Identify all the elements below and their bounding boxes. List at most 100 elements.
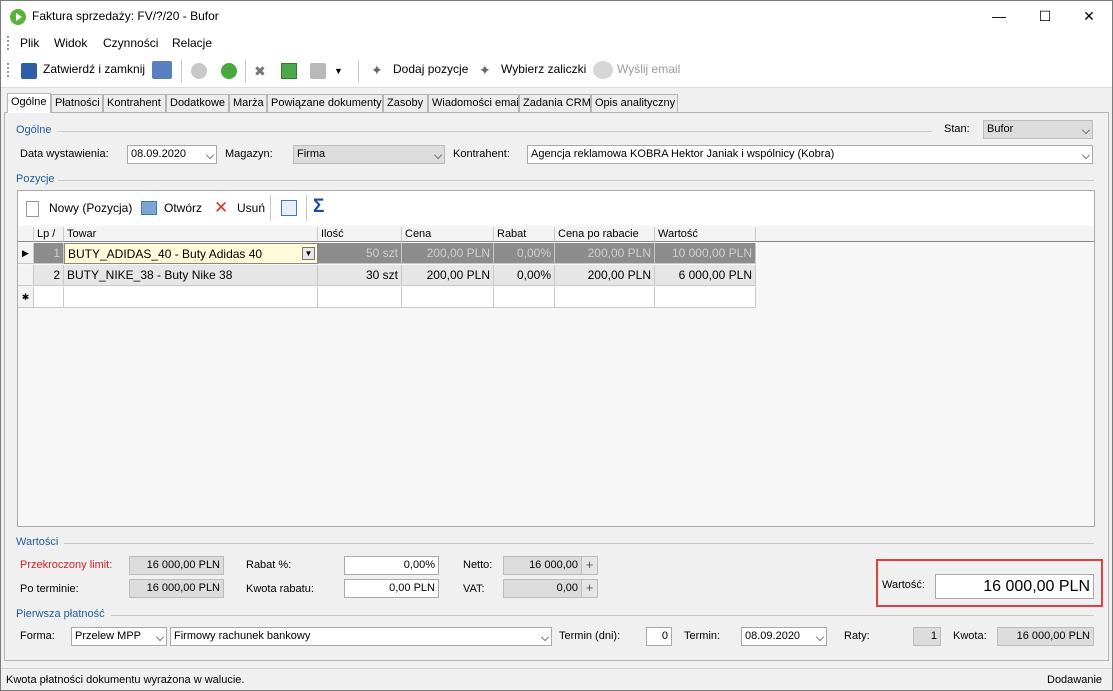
window-title: Faktura sprzedaży: FV/?/20 - Bufor xyxy=(32,9,219,23)
table-cell: 200,00 PLN xyxy=(402,243,494,264)
issue-date-field[interactable]: 08.09.2020 xyxy=(127,145,217,164)
forward-icon[interactable] xyxy=(221,63,237,79)
column-header-cena[interactable]: Cena xyxy=(402,227,494,242)
app-icon xyxy=(10,9,26,25)
tab-zasoby[interactable]: Zasoby xyxy=(383,94,428,112)
column-header-towar[interactable]: Towar xyxy=(64,227,318,242)
menu-bar: Plik Widok Czynności Relacje xyxy=(1,32,1112,54)
term-days-input[interactable]: 0 xyxy=(646,627,672,646)
new-position-button[interactable]: Nowy (Pozycja) xyxy=(49,201,132,215)
column-header-lp[interactable]: Lp / xyxy=(34,227,64,242)
row-selector[interactable] xyxy=(18,265,34,286)
open-button[interactable]: Otwórz xyxy=(164,201,202,215)
new-document-icon xyxy=(26,201,39,217)
discount-amount-input[interactable]: 0,00 PLN xyxy=(344,579,439,598)
contractor-label: Kontrahent: xyxy=(453,148,510,160)
print-icon[interactable] xyxy=(310,63,326,79)
expand-vat-icon[interactable]: + xyxy=(581,580,597,597)
menu-grip xyxy=(7,36,10,50)
stan-select[interactable]: Bufor xyxy=(983,120,1093,139)
discount-amount-label: Kwota rabatu: xyxy=(246,583,314,595)
table-cell[interactable]: BUTY_NIKE_38 - Buty Nike 38 xyxy=(64,265,318,286)
group-divider xyxy=(57,131,932,132)
table-cell: 6 000,00 PLN xyxy=(655,265,756,286)
edit-icon[interactable] xyxy=(281,200,297,216)
term-label: Termin: xyxy=(684,630,721,642)
main-toolbar: Zatwierdź i zamknij ✖ ▼ ✦ Dodaj pozycje … xyxy=(1,54,1112,88)
maximize-button[interactable]: ☐ xyxy=(1022,1,1068,32)
save-dropdown-icon[interactable] xyxy=(152,61,172,79)
term-days-label: Termin (dni): xyxy=(559,630,621,642)
column-header-cena-po-rabacie[interactable]: Cena po rabacie xyxy=(555,227,655,242)
column-header-wartosc[interactable]: Wartość xyxy=(655,227,756,242)
sum-icon[interactable]: Σ xyxy=(313,197,329,217)
toolbar-separator xyxy=(181,60,182,82)
choose-advances-button[interactable]: Wybierz zaliczki xyxy=(501,62,586,76)
limit-value: 16 000,00 PLN xyxy=(129,556,224,575)
total-value[interactable]: 16 000,00 PLN xyxy=(935,574,1094,599)
status-mode: Dodawanie xyxy=(1047,674,1103,686)
amount-value: 16 000,00 PLN xyxy=(997,627,1094,646)
chevron-down-icon[interactable]: ▼ xyxy=(334,65,350,81)
menu-plik[interactable]: Plik xyxy=(20,36,39,50)
minimize-button[interactable]: — xyxy=(976,1,1022,32)
new-row-cell[interactable] xyxy=(64,287,318,308)
menu-relacje[interactable]: Relacje xyxy=(172,36,212,50)
overdue-value: 16 000,00 PLN xyxy=(129,579,224,598)
toolbar-separator xyxy=(358,60,359,82)
row-selector[interactable]: ▶ xyxy=(18,243,34,264)
tab-wiadomosci[interactable]: Wiadomości email xyxy=(428,94,521,112)
new-row-cell[interactable] xyxy=(655,287,756,308)
tools-icon[interactable]: ✖ xyxy=(254,63,270,79)
new-row-cell[interactable] xyxy=(402,287,494,308)
confirm-close-button[interactable]: Zatwierdź i zamknij xyxy=(43,62,145,76)
net-value: 16 000,00 + xyxy=(503,556,598,575)
limit-label: Przekroczony limit: xyxy=(20,559,113,571)
new-row-cell[interactable] xyxy=(34,287,64,308)
new-row-icon[interactable]: ✱ xyxy=(18,287,34,308)
table-cell: 10 000,00 PLN xyxy=(655,243,756,264)
tab-powiazane[interactable]: Powiązane dokumenty xyxy=(267,94,383,112)
vat-value: 0,00 + xyxy=(503,579,598,598)
tab-dodatkowe[interactable]: Dodatkowe xyxy=(166,94,229,112)
table-cell: 200,00 PLN xyxy=(402,265,494,286)
warehouse-label: Magazyn: xyxy=(225,148,273,160)
new-row-cell[interactable] xyxy=(318,287,402,308)
delete-button[interactable]: Usuń xyxy=(237,201,265,215)
warehouse-select[interactable]: Firma xyxy=(293,145,445,164)
tab-zadania-crm[interactable]: Zadania CRM xyxy=(519,94,591,112)
table-cell: 2 xyxy=(34,265,64,286)
new-row-cell[interactable] xyxy=(494,287,555,308)
row-indicator-header xyxy=(18,227,34,242)
tab-ogolne[interactable]: Ogólne xyxy=(7,93,51,113)
group-divider xyxy=(58,180,1094,181)
back-icon[interactable] xyxy=(191,63,207,79)
refresh-icon[interactable] xyxy=(281,63,297,79)
add-items-button[interactable]: Dodaj pozycje xyxy=(393,62,468,76)
menu-czynnosci[interactable]: Czynności xyxy=(103,36,158,50)
close-button[interactable]: ✕ xyxy=(1066,1,1112,32)
group-divider xyxy=(111,615,1094,616)
contractor-select[interactable]: Agencja reklamowa KOBRA Hektor Janiak i … xyxy=(527,145,1093,164)
product-combo[interactable]: BUTY_ADIDAS_40 - Buty Adidas 40 ▼ xyxy=(64,243,318,264)
bank-account-select[interactable]: Firmowy rachunek bankowy xyxy=(170,627,552,646)
column-header-ilosc[interactable]: Ilość xyxy=(318,227,402,242)
discount-pct-input[interactable]: 0,00% xyxy=(344,556,439,575)
table-cell: 0,00% xyxy=(494,243,555,264)
payment-form-select[interactable]: Przelew MPP xyxy=(71,627,167,646)
menu-widok[interactable]: Widok xyxy=(54,36,87,50)
tab-kontrahent[interactable]: Kontrahent xyxy=(103,94,166,112)
term-date-field[interactable]: 08.09.2020 xyxy=(741,627,827,646)
group-title-first-payment: Pierwsza płatność xyxy=(16,608,105,620)
tab-platnosci[interactable]: Płatności xyxy=(51,94,103,112)
column-header-rabat[interactable]: Rabat xyxy=(494,227,555,242)
expand-net-icon[interactable]: + xyxy=(581,557,597,574)
new-row-cell[interactable] xyxy=(555,287,655,308)
discount-pct-label: Rabat %: xyxy=(246,559,292,571)
issue-date-label: Data wystawienia: xyxy=(20,148,109,160)
tab-opis-analityczny[interactable]: Opis analityczny xyxy=(591,94,678,112)
chevron-down-icon[interactable]: ▼ xyxy=(302,247,315,260)
tab-marza[interactable]: Marża xyxy=(229,94,267,112)
grid-toolbar: Nowy (Pozycja) Otwórz ✕ Usuń Σ xyxy=(18,191,1094,225)
send-email-button[interactable]: Wyślij email xyxy=(617,62,680,76)
